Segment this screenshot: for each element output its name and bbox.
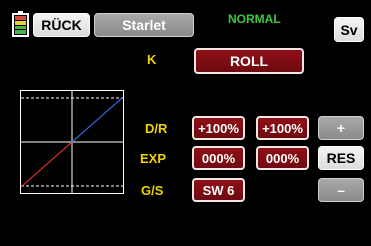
curve-positive-segment bbox=[71, 97, 123, 143]
battery-segment bbox=[15, 30, 26, 34]
model-name-display: Starlet bbox=[94, 13, 194, 37]
back-button-label: RÜCK bbox=[41, 17, 82, 33]
channel-label: K bbox=[147, 52, 157, 67]
decrease-button[interactable]: – bbox=[318, 178, 364, 202]
expo-right-value: 000% bbox=[265, 150, 300, 166]
channel-select-button[interactable]: ROLL bbox=[194, 48, 304, 74]
battery-segment bbox=[15, 16, 26, 20]
switch-assign-value: SW 6 bbox=[202, 182, 235, 198]
reset-button[interactable]: RES bbox=[318, 146, 364, 170]
dual-rate-right-value: +100% bbox=[262, 120, 303, 136]
battery-icon bbox=[12, 11, 29, 37]
increase-button[interactable]: + bbox=[318, 116, 364, 140]
dual-rate-right-button[interactable]: +100% bbox=[256, 116, 309, 140]
battery-segment bbox=[15, 20, 26, 25]
switch-assign-label: G/S bbox=[141, 183, 164, 198]
expo-label: EXP bbox=[140, 151, 167, 166]
curve-graph bbox=[20, 90, 124, 194]
battery-segment bbox=[15, 25, 26, 30]
switch-assign-button[interactable]: SW 6 bbox=[192, 178, 245, 202]
flight-mode-label: NORMAL bbox=[228, 12, 281, 26]
back-button[interactable]: RÜCK bbox=[33, 13, 90, 37]
channel-value: ROLL bbox=[229, 53, 269, 69]
reset-button-label: RES bbox=[326, 150, 356, 166]
expo-left-value: 000% bbox=[201, 150, 236, 166]
dual-rate-label: D/R bbox=[145, 121, 168, 136]
curve-negative-segment bbox=[21, 141, 73, 187]
increase-button-label: + bbox=[336, 120, 346, 136]
dual-rate-left-button[interactable]: +100% bbox=[192, 116, 245, 140]
save-button[interactable]: Sv bbox=[334, 17, 364, 42]
dual-rate-left-value: +100% bbox=[198, 120, 239, 136]
expo-right-button[interactable]: 000% bbox=[256, 146, 309, 170]
save-button-label: Sv bbox=[340, 21, 358, 38]
model-name: Starlet bbox=[122, 17, 166, 33]
decrease-button-label: – bbox=[337, 182, 345, 198]
expo-left-button[interactable]: 000% bbox=[192, 146, 245, 170]
